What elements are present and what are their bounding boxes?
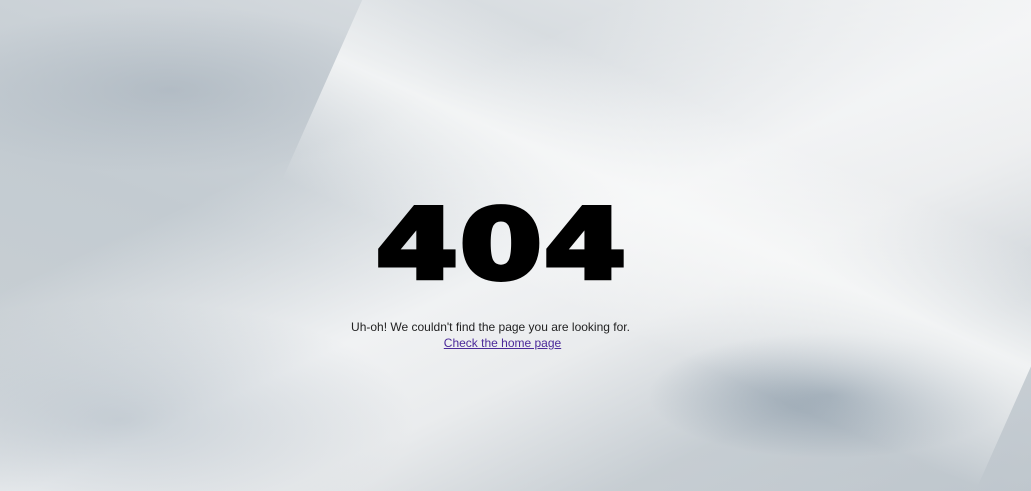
error-code-heading: 404 [373, 187, 629, 301]
home-link-container: Check the home page [300, 335, 705, 351]
error-content: 404 Uh-oh! We couldn't find the page you… [0, 0, 1031, 491]
error-message: Uh-oh! We couldn't find the page you are… [351, 320, 630, 334]
home-page-link[interactable]: Check the home page [444, 336, 561, 350]
